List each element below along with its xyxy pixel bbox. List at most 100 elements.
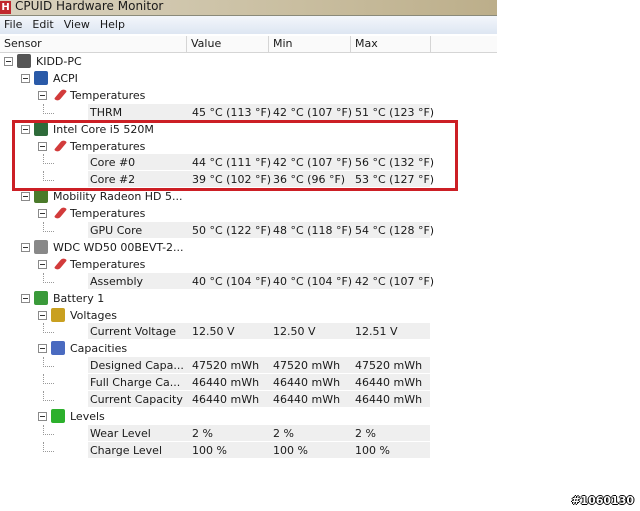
thermometer-icon [54,206,67,221]
sensor-label: Assembly [90,274,144,288]
tree-row[interactable]: THRM 45 °C (113 °F) 42 °C (107 °F) 51 °C (1… [0,103,497,121]
tree-row[interactable]: Levels [0,408,497,425]
node-label: ACPI [53,71,78,85]
node-label: Temperatures [70,88,146,102]
tree-row[interactable]: Battery 1 [0,290,497,307]
menu-help[interactable]: Help [96,16,131,33]
tree-row[interactable]: GPU Core 50 °C (122 °F) 48 °C (118 °F) 54 °… [0,222,497,239]
collapse-toggle[interactable] [21,242,30,252]
value-cell: 46440 mWh [192,376,260,390]
tree-row[interactable]: Full Charge Ca... 46440 mWh 46440 mWh 46440… [0,374,497,391]
max-cell: 54 °C (128 °F) [355,224,435,237]
min-cell: 48 °C (118 °F) [273,224,353,237]
collapse-toggle[interactable] [38,344,47,354]
tree-row[interactable]: Designed Capa... 47520 mWh 47520 mWh 47520 … [0,357,497,374]
sensor-label: GPU Core [90,224,143,237]
value-cell: 2 % [192,426,213,440]
max-cell: 51 °C (123 °F) [355,105,435,119]
min-cell: 42 °C (107 °F) [273,105,353,119]
menu-view[interactable]: View [60,16,96,33]
tree-row[interactable]: Temperatures [0,256,497,273]
min-cell: 40 °C (104 °F) [273,274,353,288]
node-label: WDC WD50 00BEVT-2... [53,240,184,254]
node-label: Battery 1 [53,291,105,305]
value-cell: 46440 mWh [192,393,260,406]
min-cell: 100 % [273,443,308,457]
sensor-label: Wear Level [90,426,151,440]
thermometer-icon [54,256,67,271]
node-label: KIDD-PC [36,55,82,68]
computer-icon [17,54,31,68]
value-cell: 50 °C (122 °F) [192,224,272,237]
watermark: #1060130 [571,494,634,507]
value-cell: 12.50 V [192,325,235,339]
window-title: CPUID Hardware Monitor [15,0,164,13]
tree-row[interactable]: Temperatures [0,205,497,222]
min-cell: 2 % [273,426,294,440]
hdd-icon [34,239,48,254]
tree-row[interactable]: Voltages [0,307,497,324]
min-cell: 12.50 V [273,325,316,339]
max-cell: 100 % [355,443,390,457]
sensor-label: Designed Capa... [90,359,184,373]
gpu-icon [34,189,48,204]
value-cell: 100 % [192,443,227,457]
column-header: Sensor Value Min Max [0,36,497,53]
sensor-label: Charge Level [90,443,163,457]
collapse-toggle[interactable] [21,73,30,83]
sensor-label: Current Voltage [90,325,177,339]
column-sensor[interactable]: Sensor [0,36,187,52]
highlight-box [12,120,458,191]
tree-row[interactable]: Current Capacity 46440 mWh 46440 mWh 46440 … [0,391,497,408]
collapse-toggle[interactable] [38,209,47,219]
sensor-label: Full Charge Ca... [90,376,181,390]
collapse-toggle[interactable] [38,90,47,100]
node-label: Levels [70,409,105,423]
acpi-icon [34,70,48,85]
battery-icon [34,290,48,305]
max-cell: 2 % [355,426,376,440]
sensor-label: THRM [90,105,123,119]
menu-file[interactable]: File [0,16,28,33]
tree-row[interactable]: ACPI [0,70,497,87]
tree-row[interactable]: Capacities [0,340,497,357]
menu-edit[interactable]: Edit [28,16,59,33]
column-value[interactable]: Value [187,36,269,52]
levels-icon [51,408,65,423]
collapse-toggle[interactable] [21,192,30,202]
voltage-icon [51,307,65,322]
collapse-toggle[interactable] [38,411,47,421]
tree-row[interactable]: Temperatures [0,87,497,104]
collapse-toggle[interactable] [21,293,30,303]
node-label: Capacities [70,342,128,356]
thermometer-icon [54,87,67,102]
node-label: Temperatures [70,207,146,221]
value-cell: 40 °C (104 °F) [192,274,272,288]
tree-row[interactable]: Current Voltage 12.50 V 12.50 V 12.51 V [0,323,497,340]
tree-row[interactable]: KIDD-PC [0,53,497,70]
capacity-icon [51,341,65,356]
tree-row[interactable]: Assembly 40 °C (104 °F) 40 °C (104 °F) 42 °… [0,272,497,290]
tree-row[interactable]: Wear Level 2 % 2 % 2 % [0,424,497,442]
max-cell: 42 °C (107 °F) [355,274,435,288]
node-label: Voltages [70,308,117,322]
tree-row[interactable]: Charge Level 100 % 100 % 100 % [0,441,497,459]
value-cell: 45 °C (113 °F) [192,105,272,119]
sensor-label: Current Capacity [90,393,183,406]
tree-row[interactable]: WDC WD50 00BEVT-2... [0,239,497,256]
max-cell: 46440 mWh [355,376,423,390]
max-cell: 47520 mWh [355,359,423,373]
collapse-toggle[interactable] [38,259,47,269]
max-cell: 12.51 V [355,325,398,339]
title-bar: H CPUID Hardware Monitor [0,0,497,15]
column-min[interactable]: Min [269,36,351,52]
menu-bar: File Edit View Help [0,15,497,34]
collapse-toggle[interactable] [4,57,13,66]
min-cell: 47520 mWh [273,359,341,373]
min-cell: 46440 mWh [273,393,341,406]
max-cell: 46440 mWh [355,393,423,406]
collapse-toggle[interactable] [38,310,47,320]
app-logo-icon: H [0,1,11,14]
value-cell: 47520 mWh [192,359,260,373]
column-max[interactable]: Max [351,36,431,52]
